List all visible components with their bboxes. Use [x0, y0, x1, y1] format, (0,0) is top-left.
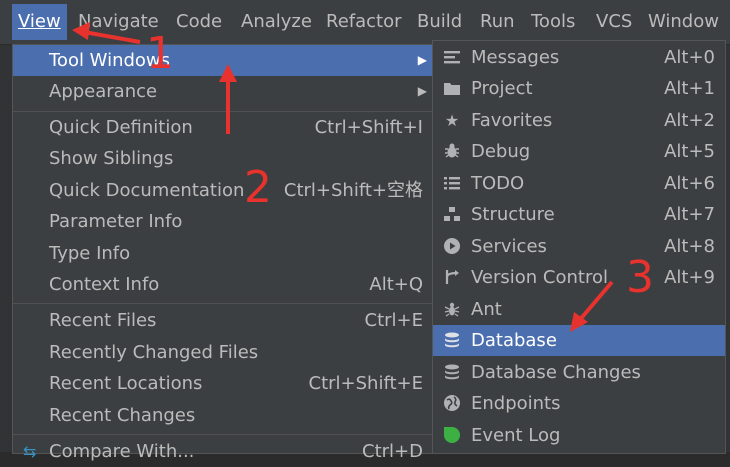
menu-item-label: Services: [471, 236, 547, 257]
tw-item-messages[interactable]: Messages Alt+0: [433, 42, 725, 73]
tw-item-ant[interactable]: Ant: [433, 294, 725, 325]
menu-item-label: Version Control: [471, 267, 608, 288]
menu-item-label: Favorites: [471, 110, 553, 131]
view-menu: Tool Windows ▶ Appearance ▶ Quick Defini…: [12, 44, 434, 462]
menu-item-shortcut: Alt+0: [664, 47, 715, 68]
menu-item-label: Messages: [471, 47, 560, 68]
menu-item-label: Show Siblings: [49, 148, 174, 169]
view-item-quick-documentation[interactable]: Quick Documentation Ctrl+Shift+空格: [13, 175, 433, 206]
menu-item-label: Recent Files: [49, 310, 157, 331]
menu-window[interactable]: Window: [648, 9, 719, 35]
view-item-appearance[interactable]: Appearance ▶: [13, 76, 433, 107]
menu-item-label: Recently Changed Files: [49, 342, 259, 363]
menu-analyze[interactable]: Analyze: [241, 9, 312, 35]
tw-item-structure[interactable]: Structure Alt+7: [433, 199, 725, 230]
tw-item-todo[interactable]: TODO Alt+6: [433, 168, 725, 199]
view-item-recent-locations[interactable]: Recent Locations Ctrl+Shift+E: [13, 368, 433, 399]
menu-item-label: Ant: [471, 299, 502, 320]
view-item-parameter-info[interactable]: Parameter Info: [13, 206, 433, 237]
menu-bar: View Navigate Code Analyze Refactor Buil…: [0, 0, 730, 45]
menu-item-shortcut: Ctrl+Shift+E: [308, 373, 423, 394]
menu-item-label: Parameter Info: [49, 211, 183, 232]
globe-icon: [443, 394, 461, 412]
menu-view[interactable]: View: [12, 4, 67, 40]
view-item-context-info[interactable]: Context Info Alt+Q: [13, 269, 433, 300]
menu-item-shortcut: Ctrl+Shift+I: [314, 117, 423, 138]
menu-item-label: Endpoints: [471, 393, 561, 414]
bug-icon: [443, 142, 461, 160]
version-control-icon: [443, 268, 461, 286]
menu-item-label: Quick Definition: [49, 117, 193, 138]
menu-item-label: Structure: [471, 204, 555, 225]
messages-icon: [443, 48, 461, 66]
view-item-recently-changed-files[interactable]: Recently Changed Files: [13, 337, 433, 368]
menu-item-label: TODO: [471, 173, 525, 194]
menu-separator: [13, 303, 433, 304]
menu-item-label: Database Changes: [471, 362, 641, 383]
structure-icon: [443, 205, 461, 223]
submenu-arrow-icon: ▶: [417, 53, 427, 67]
menu-item-label: Type Info: [49, 243, 131, 264]
menu-run[interactable]: Run: [480, 9, 515, 35]
view-item-type-info[interactable]: Type Info: [13, 238, 433, 269]
menu-item-shortcut: Alt+1: [664, 78, 715, 99]
menu-item-shortcut: Alt+6: [664, 173, 715, 194]
menu-item-shortcut: Alt+2: [664, 110, 715, 131]
menu-item-label: Debug: [471, 141, 531, 162]
annotation-number-2: 2: [244, 162, 272, 213]
menu-item-label: Recent Locations: [49, 373, 203, 394]
menu-item-shortcut: Alt+7: [664, 204, 715, 225]
view-item-tool-windows[interactable]: Tool Windows ▶: [13, 45, 433, 76]
menu-item-label: Event Log: [471, 425, 561, 446]
services-play-icon: [443, 237, 461, 255]
view-item-quick-definition[interactable]: Quick Definition Ctrl+Shift+I: [13, 112, 433, 143]
menu-item-shortcut: Alt+9: [664, 267, 715, 288]
view-item-recent-files[interactable]: Recent Files Ctrl+E: [13, 305, 433, 336]
tw-item-project[interactable]: Project Alt+1: [433, 73, 725, 104]
menu-vcs[interactable]: VCS: [596, 9, 632, 35]
menu-item-shortcut: Alt+8: [664, 236, 715, 257]
tw-item-database-changes[interactable]: Database Changes: [433, 357, 725, 388]
menu-item-label: Project: [471, 78, 533, 99]
submenu-arrow-icon: ▶: [417, 84, 427, 98]
database-changes-icon: [443, 363, 461, 381]
menu-item-shortcut: Ctrl+E: [364, 310, 423, 331]
star-icon: ★: [444, 110, 460, 130]
tw-item-event-log[interactable]: Event Log: [433, 420, 725, 451]
menu-tools[interactable]: Tools: [531, 9, 575, 35]
tw-item-database[interactable]: Database: [433, 325, 725, 356]
menu-item-shortcut: Ctrl+Shift+空格: [283, 180, 423, 201]
menu-item-label: Context Info: [49, 274, 160, 295]
menu-build[interactable]: Build: [417, 9, 462, 35]
tw-item-endpoints[interactable]: Endpoints: [433, 388, 725, 419]
view-item-show-siblings[interactable]: Show Siblings: [13, 143, 433, 174]
menu-item-label: Database: [471, 330, 557, 351]
tw-item-debug[interactable]: Debug Alt+5: [433, 136, 725, 167]
editor-gutter: [0, 45, 12, 452]
ant-icon: [443, 300, 461, 318]
tw-item-services[interactable]: Services Alt+8: [433, 231, 725, 262]
tw-item-favorites[interactable]: ★ Favorites Alt+2: [433, 105, 725, 136]
database-icon: [443, 331, 461, 349]
menu-item-label: Appearance: [49, 81, 158, 102]
menu-item-label: Quick Documentation: [49, 180, 245, 201]
menu-item-label: Recent Changes: [49, 405, 196, 426]
menu-item-shortcut: Alt+Q: [369, 274, 423, 295]
menu-refactor[interactable]: Refactor: [326, 9, 402, 35]
tw-item-version-control[interactable]: Version Control Alt+9: [433, 262, 725, 293]
tool-windows-submenu: Messages Alt+0 Project Alt+1 ★ Favorites…: [432, 40, 726, 454]
menu-item-shortcut: Alt+5: [664, 141, 715, 162]
annotation-number-3: 3: [626, 252, 654, 303]
view-item-recent-changes[interactable]: Recent Changes: [13, 400, 433, 431]
todo-list-icon: [443, 174, 461, 192]
annotation-number-1: 1: [146, 28, 174, 79]
menu-separator: [13, 434, 433, 435]
event-log-icon: [443, 426, 461, 444]
folder-icon: [443, 79, 461, 97]
menu-code[interactable]: Code: [176, 9, 222, 35]
